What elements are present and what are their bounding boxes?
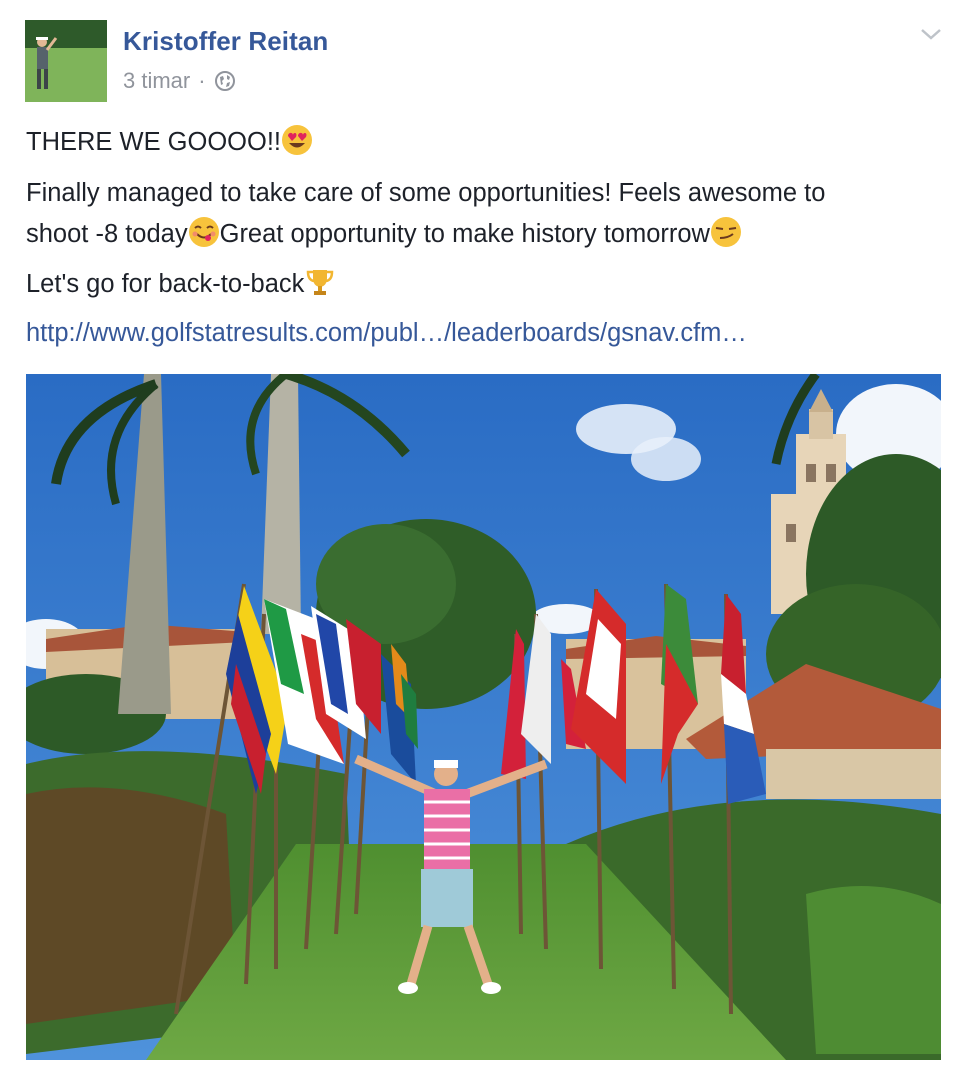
timestamp[interactable]: 3 timar — [123, 68, 190, 94]
profile-avatar[interactable] — [25, 20, 107, 102]
smirk-face-emoji-icon — [710, 216, 742, 248]
trophy-emoji-icon — [304, 266, 336, 298]
post-text-line-3b: Great opportunity to make history tomorr… — [219, 220, 710, 248]
yum-face-emoji-icon — [188, 216, 220, 248]
post-photo[interactable] — [26, 374, 941, 1060]
globe-icon[interactable] — [214, 70, 236, 92]
chevron-down-icon[interactable] — [918, 24, 944, 44]
post-text-line-4: Let's go for back-to-back — [26, 266, 336, 301]
post-text-line-2: Finally managed to take care of some opp… — [26, 179, 826, 207]
post-meta: 3 timar · — [123, 68, 236, 94]
post-text-line-1: THERE WE GOOOO!! — [26, 124, 313, 159]
heart-eyes-emoji-icon — [281, 124, 313, 156]
golfer-with-flags-photo — [26, 374, 941, 1060]
post-text-line-4-text: Let's go for back-to-back — [26, 270, 305, 298]
post-text-line-3: shoot -8 today Great opportunity to make… — [26, 216, 742, 251]
post-text-line-3a: shoot -8 today — [26, 220, 188, 248]
author-name[interactable]: Kristoffer Reitan — [123, 26, 328, 57]
external-link[interactable]: http://www.golfstatresults.com/publ…/lea… — [26, 316, 747, 350]
post-text-line-1-text: THERE WE GOOOO!! — [26, 128, 282, 156]
meta-separator: · — [198, 68, 206, 93]
